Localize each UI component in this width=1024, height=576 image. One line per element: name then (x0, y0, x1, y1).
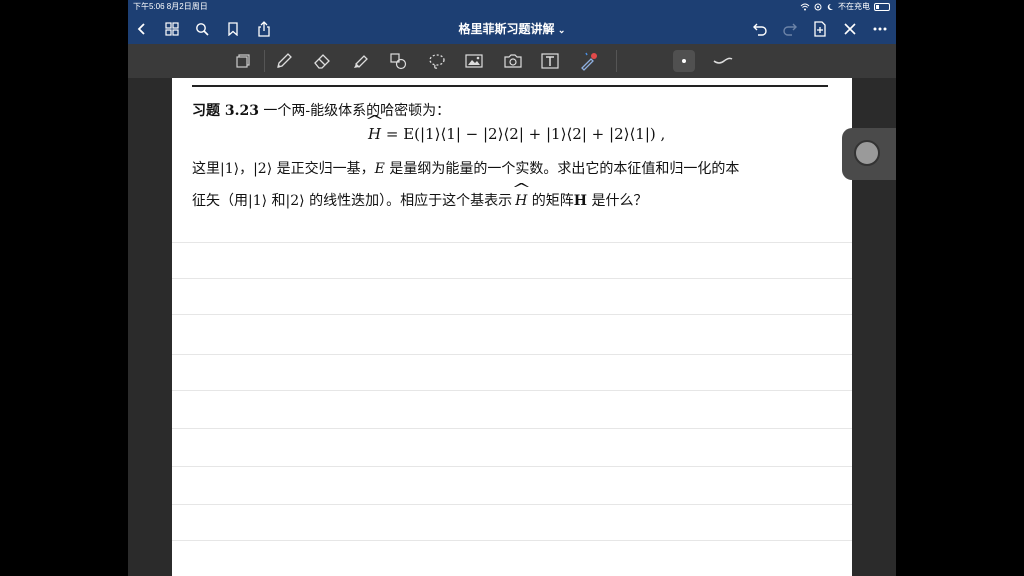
text-segment: ， (239, 161, 254, 177)
problem-intro: 一个两-能级体系的哈密顿为： (258, 103, 451, 119)
redo-icon[interactable] (780, 19, 800, 39)
page-thumbnail-icon[interactable] (233, 51, 253, 71)
battery-icon (874, 3, 890, 11)
ruled-line (172, 354, 852, 355)
hamiltonian-operator: H (515, 193, 527, 209)
problem-line-3: 征矢（用|1⟩ 和|2⟩ 的线性迭加）。相应于这个基表示H 的矩阵H 是什么？ (192, 190, 647, 210)
ket-1: |1⟩ (220, 161, 240, 177)
matrix-symbol: H (573, 193, 587, 209)
ket-1: |1⟩ (248, 193, 268, 209)
camera-icon[interactable] (503, 51, 523, 71)
status-time-date: 下午5:06 8月2日周日 (133, 2, 208, 11)
highlighter-icon[interactable] (351, 51, 371, 71)
nav-bar: 格里菲斯习题讲解 ⌄ (128, 14, 896, 44)
eraser-icon[interactable] (312, 51, 332, 71)
ruled-line (172, 466, 852, 467)
toolbar-divider (264, 50, 265, 72)
status-right: 不在充电 (800, 0, 890, 14)
search-icon[interactable] (192, 19, 212, 39)
ket-2: |2⟩ (285, 193, 305, 209)
add-page-icon[interactable] (810, 19, 830, 39)
scroll-knob[interactable] (854, 140, 880, 166)
problem-line-2: 这里|1⟩，|2⟩ 是正交归一基，E 是量纲为能量的一个实数。求出它的本征值和归… (192, 158, 739, 178)
energy-symbol: E (374, 161, 385, 177)
text-segment: 这里 (192, 161, 220, 177)
ket-2: |2⟩ (253, 161, 273, 177)
text-segment: 是什么？ (587, 193, 648, 209)
shapes-icon[interactable] (388, 51, 408, 71)
ruled-line (172, 428, 852, 429)
close-icon[interactable] (840, 19, 860, 39)
text-segment: 是正交归一基， (272, 161, 375, 177)
text-segment: 的线性迭加）。相应于这个基表示 (304, 193, 513, 209)
undo-icon[interactable] (750, 19, 770, 39)
ruled-line (172, 278, 852, 279)
more-icon[interactable] (870, 19, 890, 39)
pen-icon[interactable] (274, 51, 294, 71)
ruled-line (172, 504, 852, 505)
status-bar: 下午5:06 8月2日周日 不在充电 (128, 0, 896, 14)
moon-icon (827, 3, 833, 10)
page-header-rule (192, 85, 828, 87)
bookmark-icon[interactable] (223, 19, 243, 39)
location-icon (814, 3, 822, 11)
problem-label: 习题 3.23 (192, 103, 259, 119)
text-segment: 的矩阵 (527, 193, 574, 209)
eq-rhs: = E(|1⟩⟨1| − |2⟩⟨2| + |1⟩⟨2| + |2⟩⟨1|) , (381, 125, 666, 143)
text-segment: 是量纲为能量的一个实数。求出它的本征值和归一化的本 (384, 161, 740, 177)
grid-icon[interactable] (162, 19, 182, 39)
back-icon[interactable] (132, 19, 152, 39)
stroke-curve-icon[interactable] (713, 51, 733, 71)
image-icon[interactable] (464, 51, 484, 71)
lasso-icon[interactable] (427, 51, 447, 71)
eq-lhs: H (368, 125, 381, 143)
page-scroll-handle[interactable] (842, 128, 896, 180)
ruled-line (172, 314, 852, 315)
ruled-line (172, 390, 852, 391)
laser-pointer-icon[interactable] (579, 51, 599, 71)
text-segment: 和 (267, 193, 286, 209)
notebook-page[interactable]: 习题 3.23 一个两-能级体系的哈密顿为： H = E(|1⟩⟨1| − |2… (172, 78, 852, 576)
stroke-size-dot-icon[interactable] (673, 50, 695, 72)
toolbar-divider (616, 50, 617, 72)
ruled-line (172, 540, 852, 541)
problem-heading: 习题 3.23 一个两-能级体系的哈密顿为： (192, 100, 450, 120)
drawing-toolbar (128, 44, 896, 78)
text-icon[interactable] (540, 51, 560, 71)
chevron-down-icon: ⌄ (557, 25, 566, 35)
share-icon[interactable] (254, 19, 274, 39)
ruled-line (172, 242, 852, 243)
wifi-icon (800, 3, 810, 11)
charging-status: 不在充电 (838, 2, 870, 11)
hamiltonian-equation: H = E(|1⟩⟨1| − |2⟩⟨2| + |1⟩⟨2| + |2⟩⟨1|)… (368, 125, 665, 143)
app-screen: 下午5:06 8月2日周日 不在充电 格里菲斯习题讲解 ⌄ 习题 3.23 一个… (128, 0, 896, 576)
text-segment: 征矢（用 (192, 193, 248, 209)
